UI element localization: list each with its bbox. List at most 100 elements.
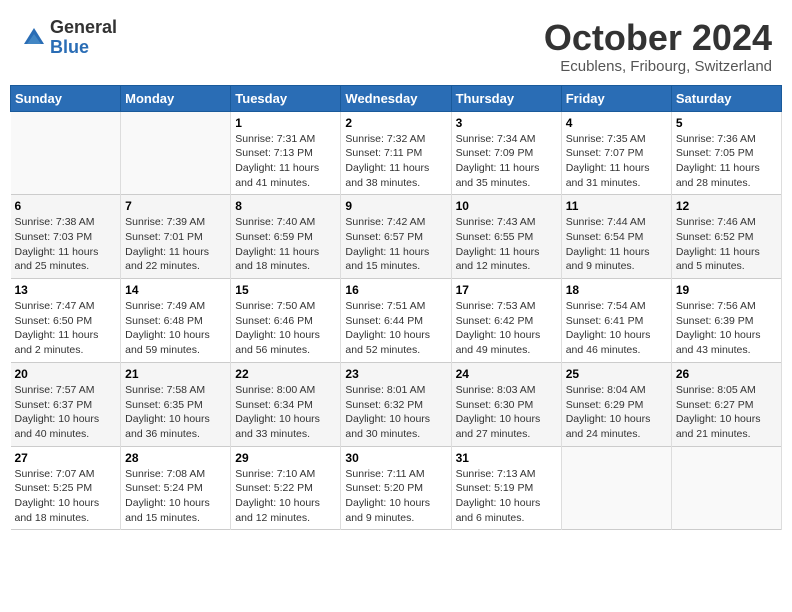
logo: General Blue bbox=[20, 18, 117, 58]
day-number: 26 bbox=[676, 367, 777, 381]
day-info: Sunrise: 7:51 AM Sunset: 6:44 PM Dayligh… bbox=[345, 299, 446, 358]
header-day-sunday: Sunday bbox=[11, 85, 121, 111]
page-header: General Blue October 2024 Ecublens, Frib… bbox=[10, 10, 782, 79]
day-info: Sunrise: 8:04 AM Sunset: 6:29 PM Dayligh… bbox=[566, 383, 667, 442]
day-info: Sunrise: 7:43 AM Sunset: 6:55 PM Dayligh… bbox=[456, 215, 557, 274]
day-number: 5 bbox=[676, 116, 777, 130]
header-day-friday: Friday bbox=[561, 85, 671, 111]
calendar-cell: 9 Sunrise: 7:42 AM Sunset: 6:57 PM Daylig… bbox=[341, 195, 451, 279]
day-number: 20 bbox=[15, 367, 117, 381]
calendar-cell: 22 Sunrise: 8:00 AM Sunset: 6:34 PM Dayli… bbox=[231, 362, 341, 446]
calendar-cell: 23 Sunrise: 8:01 AM Sunset: 6:32 PM Dayli… bbox=[341, 362, 451, 446]
day-info: Sunrise: 7:46 AM Sunset: 6:52 PM Dayligh… bbox=[676, 215, 777, 274]
month-title: October 2024 bbox=[544, 18, 772, 58]
day-number: 24 bbox=[456, 367, 557, 381]
day-number: 21 bbox=[125, 367, 226, 381]
day-info: Sunrise: 7:44 AM Sunset: 6:54 PM Dayligh… bbox=[566, 215, 667, 274]
day-number: 12 bbox=[676, 199, 777, 213]
location-text: Ecublens, Fribourg, Switzerland bbox=[544, 58, 772, 75]
day-info: Sunrise: 7:32 AM Sunset: 7:11 PM Dayligh… bbox=[345, 132, 446, 191]
calendar-cell: 24 Sunrise: 8:03 AM Sunset: 6:30 PM Dayli… bbox=[451, 362, 561, 446]
day-info: Sunrise: 8:01 AM Sunset: 6:32 PM Dayligh… bbox=[345, 383, 446, 442]
day-info: Sunrise: 7:34 AM Sunset: 7:09 PM Dayligh… bbox=[456, 132, 557, 191]
week-row-1: 1 Sunrise: 7:31 AM Sunset: 7:13 PM Daylig… bbox=[11, 111, 782, 195]
calendar-cell: 14 Sunrise: 7:49 AM Sunset: 6:48 PM Dayli… bbox=[121, 279, 231, 363]
calendar-cell: 25 Sunrise: 8:04 AM Sunset: 6:29 PM Dayli… bbox=[561, 362, 671, 446]
logo-icon bbox=[20, 24, 48, 52]
day-number: 6 bbox=[15, 199, 117, 213]
calendar-cell: 11 Sunrise: 7:44 AM Sunset: 6:54 PM Dayli… bbox=[561, 195, 671, 279]
header-day-thursday: Thursday bbox=[451, 85, 561, 111]
calendar-cell bbox=[671, 446, 781, 530]
day-info: Sunrise: 7:56 AM Sunset: 6:39 PM Dayligh… bbox=[676, 299, 777, 358]
calendar-cell: 28Sunrise: 7:08 AM Sunset: 5:24 PM Dayli… bbox=[121, 446, 231, 530]
day-info: Sunrise: 8:05 AM Sunset: 6:27 PM Dayligh… bbox=[676, 383, 777, 442]
day-info: Sunrise: 7:50 AM Sunset: 6:46 PM Dayligh… bbox=[235, 299, 336, 358]
calendar-cell: 30Sunrise: 7:11 AM Sunset: 5:20 PM Dayli… bbox=[341, 446, 451, 530]
day-number: 13 bbox=[15, 283, 117, 297]
calendar-cell: 16Sunrise: 7:51 AM Sunset: 6:44 PM Dayli… bbox=[341, 279, 451, 363]
day-info: Sunrise: 7:58 AM Sunset: 6:35 PM Dayligh… bbox=[125, 383, 226, 442]
day-number: 28 bbox=[125, 451, 226, 465]
header-row: SundayMondayTuesdayWednesdayThursdayFrid… bbox=[11, 85, 782, 111]
day-number: 10 bbox=[456, 199, 557, 213]
calendar-cell: 10 Sunrise: 7:43 AM Sunset: 6:55 PM Dayli… bbox=[451, 195, 561, 279]
day-number: 2 bbox=[345, 116, 446, 130]
calendar-cell: 27 Sunrise: 7:07 AM Sunset: 5:25 PM Dayli… bbox=[11, 446, 121, 530]
calendar-cell: 12 Sunrise: 7:46 AM Sunset: 6:52 PM Dayli… bbox=[671, 195, 781, 279]
day-number: 14 bbox=[125, 283, 226, 297]
day-number: 4 bbox=[566, 116, 667, 130]
calendar-cell: 26 Sunrise: 8:05 AM Sunset: 6:27 PM Dayli… bbox=[671, 362, 781, 446]
day-number: 23 bbox=[345, 367, 446, 381]
day-info: Sunrise: 7:10 AM Sunset: 5:22 PM Dayligh… bbox=[235, 467, 336, 526]
calendar-cell: 29 Sunrise: 7:10 AM Sunset: 5:22 PM Dayli… bbox=[231, 446, 341, 530]
calendar-cell: 6Sunrise: 7:38 AM Sunset: 7:03 PM Daylig… bbox=[11, 195, 121, 279]
calendar-cell: 15Sunrise: 7:50 AM Sunset: 6:46 PM Dayli… bbox=[231, 279, 341, 363]
day-info: Sunrise: 7:31 AM Sunset: 7:13 PM Dayligh… bbox=[235, 132, 336, 191]
day-info: Sunrise: 7:39 AM Sunset: 7:01 PM Dayligh… bbox=[125, 215, 226, 274]
day-info: Sunrise: 7:49 AM Sunset: 6:48 PM Dayligh… bbox=[125, 299, 226, 358]
day-info: Sunrise: 8:03 AM Sunset: 6:30 PM Dayligh… bbox=[456, 383, 557, 442]
calendar-cell: 31Sunrise: 7:13 AM Sunset: 5:19 PM Dayli… bbox=[451, 446, 561, 530]
calendar-cell: 2 Sunrise: 7:32 AM Sunset: 7:11 PM Daylig… bbox=[341, 111, 451, 195]
day-info: Sunrise: 7:07 AM Sunset: 5:25 PM Dayligh… bbox=[15, 467, 117, 526]
calendar-cell: 3 Sunrise: 7:34 AM Sunset: 7:09 PM Daylig… bbox=[451, 111, 561, 195]
day-number: 11 bbox=[566, 199, 667, 213]
day-number: 31 bbox=[456, 451, 557, 465]
day-number: 1 bbox=[235, 116, 336, 130]
day-number: 27 bbox=[15, 451, 117, 465]
day-info: Sunrise: 7:40 AM Sunset: 6:59 PM Dayligh… bbox=[235, 215, 336, 274]
day-info: Sunrise: 7:11 AM Sunset: 5:20 PM Dayligh… bbox=[345, 467, 446, 526]
calendar-body: 1 Sunrise: 7:31 AM Sunset: 7:13 PM Daylig… bbox=[11, 111, 782, 530]
day-number: 22 bbox=[235, 367, 336, 381]
header-day-saturday: Saturday bbox=[671, 85, 781, 111]
day-info: Sunrise: 8:00 AM Sunset: 6:34 PM Dayligh… bbox=[235, 383, 336, 442]
calendar-table: SundayMondayTuesdayWednesdayThursdayFrid… bbox=[10, 85, 782, 531]
day-number: 19 bbox=[676, 283, 777, 297]
calendar-cell: 8 Sunrise: 7:40 AM Sunset: 6:59 PM Daylig… bbox=[231, 195, 341, 279]
day-number: 3 bbox=[456, 116, 557, 130]
calendar-cell: 1 Sunrise: 7:31 AM Sunset: 7:13 PM Daylig… bbox=[231, 111, 341, 195]
day-number: 18 bbox=[566, 283, 667, 297]
header-day-monday: Monday bbox=[121, 85, 231, 111]
week-row-4: 20Sunrise: 7:57 AM Sunset: 6:37 PM Dayli… bbox=[11, 362, 782, 446]
logo-general-text: General bbox=[50, 18, 117, 38]
day-info: Sunrise: 7:54 AM Sunset: 6:41 PM Dayligh… bbox=[566, 299, 667, 358]
header-day-wednesday: Wednesday bbox=[341, 85, 451, 111]
day-number: 25 bbox=[566, 367, 667, 381]
day-number: 7 bbox=[125, 199, 226, 213]
day-info: Sunrise: 7:42 AM Sunset: 6:57 PM Dayligh… bbox=[345, 215, 446, 274]
calendar-cell: 5Sunrise: 7:36 AM Sunset: 7:05 PM Daylig… bbox=[671, 111, 781, 195]
day-info: Sunrise: 7:47 AM Sunset: 6:50 PM Dayligh… bbox=[15, 299, 117, 358]
day-number: 8 bbox=[235, 199, 336, 213]
day-number: 9 bbox=[345, 199, 446, 213]
day-number: 29 bbox=[235, 451, 336, 465]
logo-blue-text: Blue bbox=[50, 38, 117, 58]
day-info: Sunrise: 7:35 AM Sunset: 7:07 PM Dayligh… bbox=[566, 132, 667, 191]
day-info: Sunrise: 7:53 AM Sunset: 6:42 PM Dayligh… bbox=[456, 299, 557, 358]
calendar-cell: 13 Sunrise: 7:47 AM Sunset: 6:50 PM Dayli… bbox=[11, 279, 121, 363]
week-row-5: 27 Sunrise: 7:07 AM Sunset: 5:25 PM Dayli… bbox=[11, 446, 782, 530]
calendar-cell bbox=[11, 111, 121, 195]
calendar-cell: 17Sunrise: 7:53 AM Sunset: 6:42 PM Dayli… bbox=[451, 279, 561, 363]
calendar-cell: 20Sunrise: 7:57 AM Sunset: 6:37 PM Dayli… bbox=[11, 362, 121, 446]
